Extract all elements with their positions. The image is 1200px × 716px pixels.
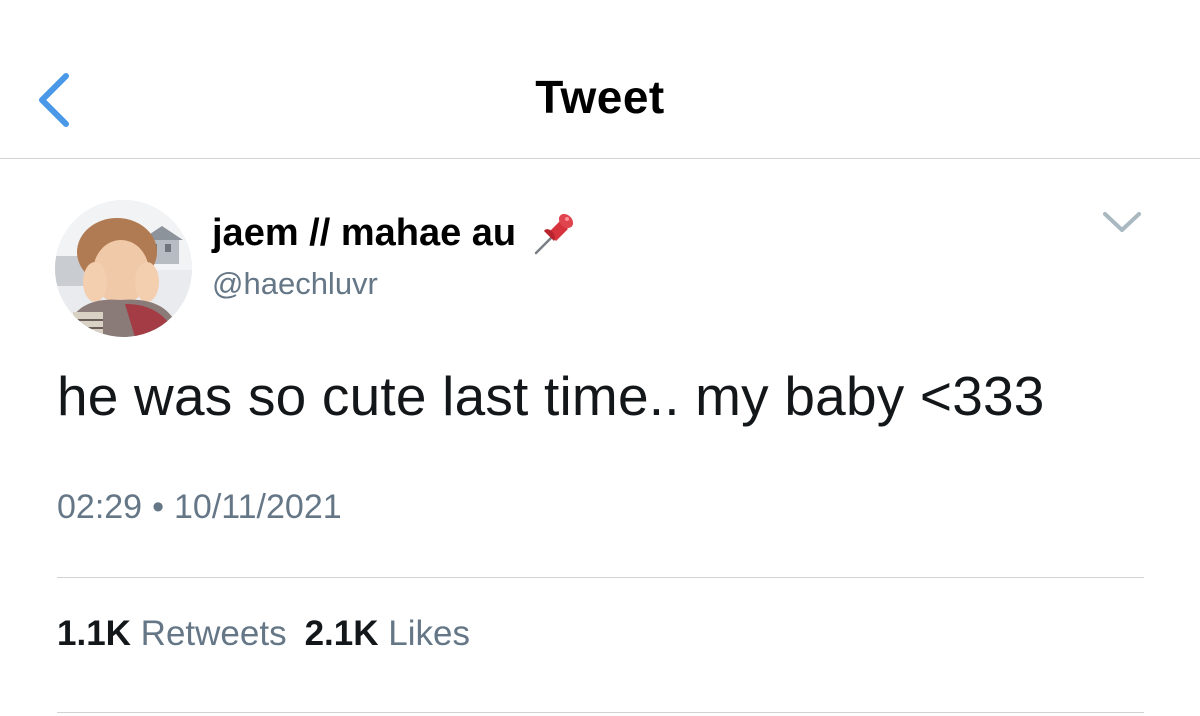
tweet-text: he was so cute last time.. my baby <333 — [57, 365, 1045, 427]
page-title: Tweet — [535, 71, 665, 123]
likes-stat[interactable]: 2.1K Likes — [305, 614, 470, 653]
retweets-stat[interactable]: 1.1K Retweets — [57, 614, 287, 653]
author-name-row[interactable]: jaem // mahae au — [212, 205, 578, 261]
tweet-stats: 1.1K Retweets 2.1K Likes — [57, 614, 470, 654]
divider — [57, 712, 1144, 713]
likes-count: 2.1K — [304, 614, 379, 653]
retweets-label: Retweets — [140, 614, 287, 653]
likes-label: Likes — [388, 614, 470, 653]
chevron-down-icon — [1103, 212, 1141, 232]
tweet-date: 10/11/2021 — [174, 488, 342, 526]
tweet-menu-button[interactable] — [1097, 204, 1147, 240]
divider — [57, 577, 1144, 578]
separator-dot: • — [152, 488, 164, 526]
tweet-timestamp: 02:29 • 10/11/2021 — [57, 488, 342, 527]
author-display-name[interactable]: jaem // mahae au — [212, 212, 516, 255]
top-navigation-bar: Tweet — [0, 0, 1200, 159]
pushpin-icon — [534, 213, 574, 255]
retweets-count: 1.1K — [57, 614, 131, 653]
avatar-photo — [55, 200, 192, 337]
tweet-time: 02:29 — [57, 488, 143, 526]
author-handle[interactable]: @haechluvr — [212, 266, 378, 302]
avatar[interactable] — [55, 200, 192, 337]
